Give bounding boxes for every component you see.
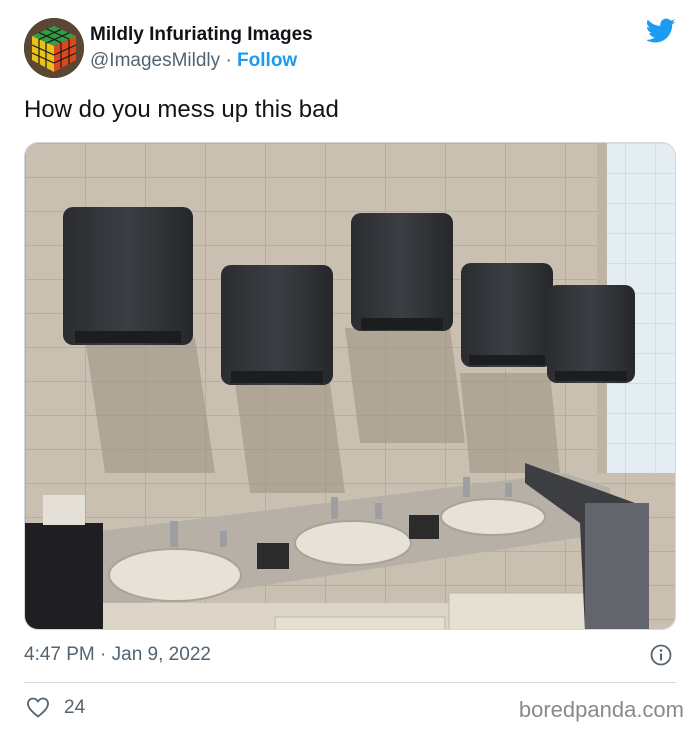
separator: · [225,50,232,71]
tweet-timestamp[interactable]: 4:47 PM · Jan 9, 2022 [24,644,211,666]
tweet-photo[interactable] [24,142,676,630]
rubiks-cube-icon [24,18,84,78]
divider [24,682,676,683]
handle[interactable]: @ImagesMildly [90,50,220,71]
tweet-text: How do you mess up this bad [24,96,339,123]
heart-icon[interactable] [26,696,50,718]
display-name[interactable]: Mildly Infuriating Images [90,24,313,46]
twitter-bird-icon[interactable] [646,18,676,44]
like-count: 24 [64,697,86,718]
handle-row: @ImagesMildly · Follow [90,50,297,72]
restroom-photo [25,143,675,629]
follow-button[interactable]: Follow [237,50,297,71]
info-icon[interactable] [650,644,672,666]
avatar[interactable] [24,18,84,78]
watermark: boredpanda.com [518,697,684,722]
